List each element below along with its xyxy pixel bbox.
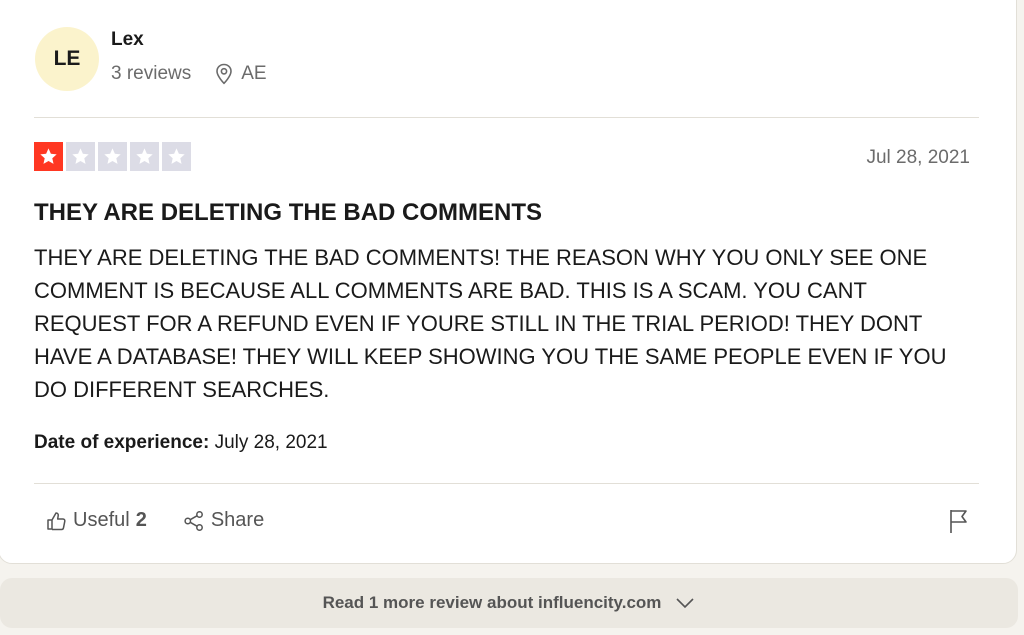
star-icon [34,142,63,171]
avatar[interactable]: LE [35,27,99,91]
share-button[interactable]: Share [183,509,264,532]
star-rating [34,142,194,171]
thumbs-up-icon [47,511,66,530]
read-more-reviews-button[interactable]: Read 1 more review about influencity.com [0,578,1018,628]
star-icon [162,142,191,171]
experience-label: Date of experience: [34,432,210,453]
star-icon [66,142,95,171]
location-pin-icon [216,63,233,85]
review-date: Jul 28, 2021 [866,147,970,168]
share-icon [184,510,203,531]
review-title[interactable]: THEY ARE DELETING THE BAD COMMENTS [34,199,542,227]
review-actions: Useful 2 Share [45,509,300,532]
useful-count: 2 [135,509,147,531]
flag-icon [950,510,967,533]
experience-date: July 28, 2021 [214,432,328,453]
divider [34,483,979,484]
consumer-name[interactable]: Lex [111,29,267,51]
chevron-down-icon [676,598,694,609]
review-card: LE Lex 3 reviews AE Jul 28, 2021 THEY AR… [0,0,1017,564]
consumer-location: AE [215,63,267,85]
useful-label: Useful [73,509,130,531]
review-body: THEY ARE DELETING THE BAD COMMENTS! THE … [34,245,947,402]
consumer-info: Lex 3 reviews AE [111,29,267,85]
report-button[interactable] [948,508,970,539]
divider [34,117,979,118]
consumer-avatar-wrap: LE [35,27,99,91]
read-more-label: Read 1 more review about influencity.com [322,593,662,612]
share-label: Share [210,509,265,531]
star-icon [130,142,159,171]
date-of-experience: Date of experience: July 28, 2021 [34,432,328,454]
consumer-meta: 3 reviews AE [111,63,267,85]
star-icon [98,142,127,171]
useful-button[interactable]: Useful 2 [45,509,147,532]
consumer-country: AE [241,63,267,84]
reviews-count: 3 reviews [111,63,192,84]
